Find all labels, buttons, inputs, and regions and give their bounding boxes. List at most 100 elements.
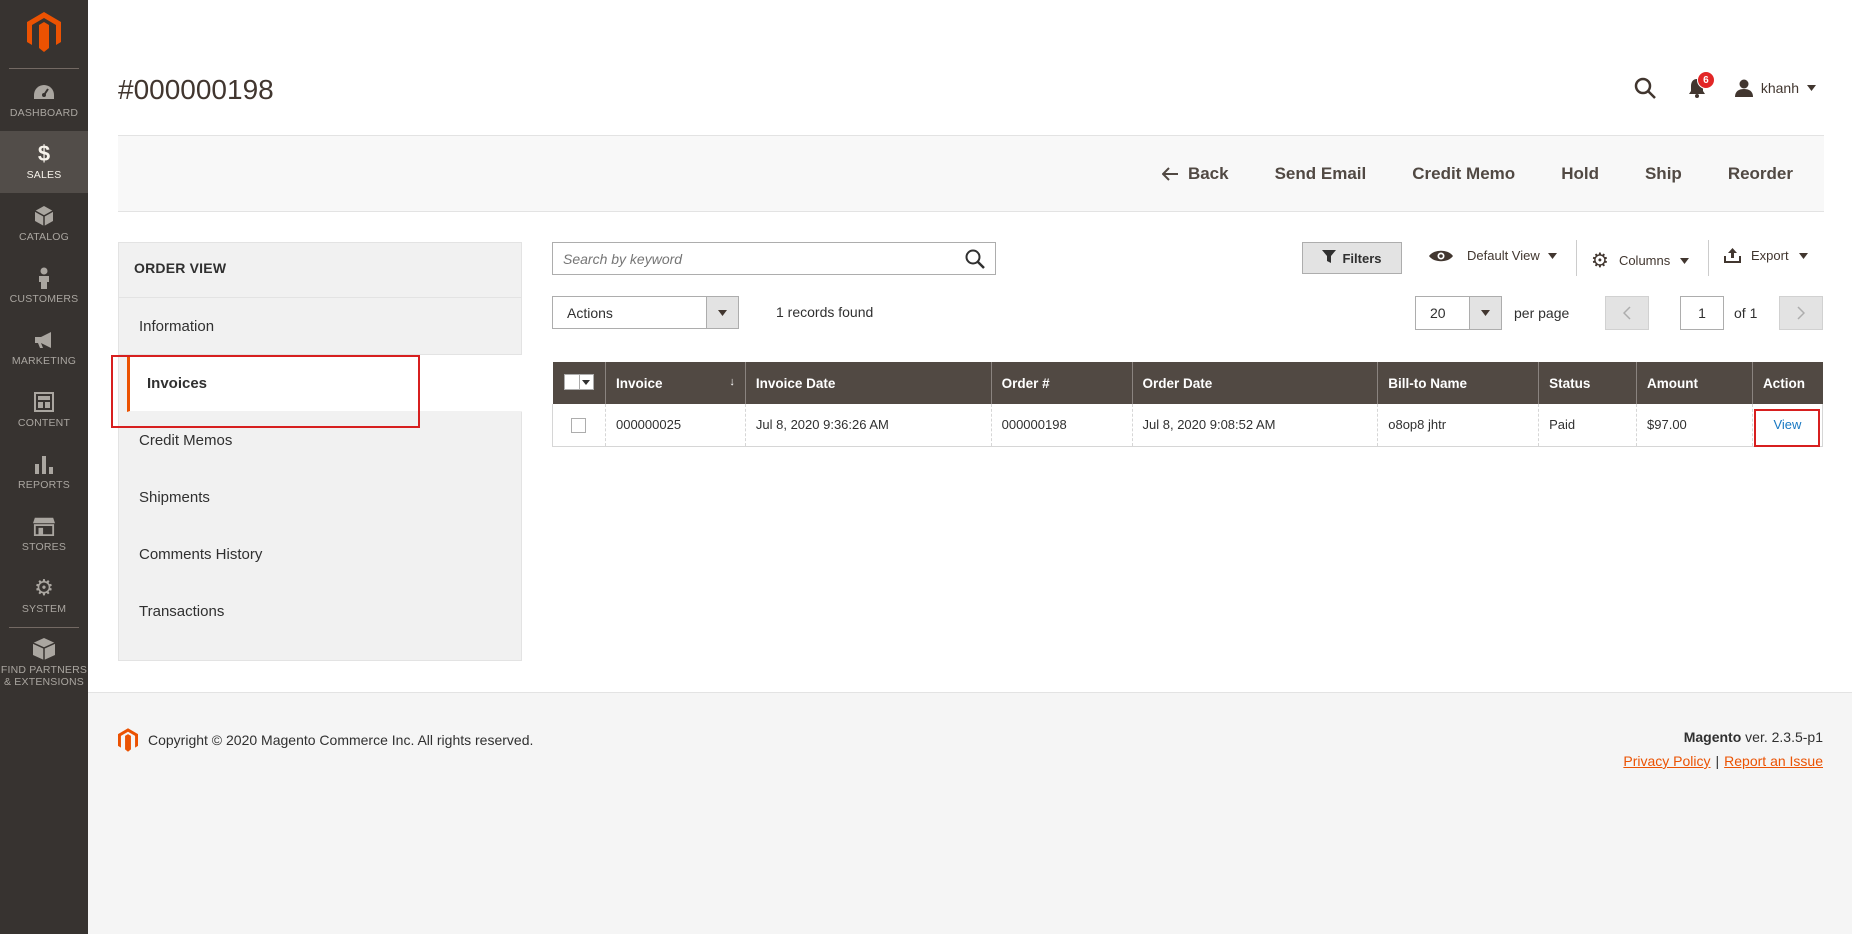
column-label: Invoice	[615, 375, 663, 391]
gear-icon: ⚙	[1591, 250, 1609, 272]
send-email-button[interactable]: Send Email	[1252, 164, 1390, 184]
row-select-cell	[552, 404, 606, 447]
tab-invoices[interactable]: Invoices	[127, 355, 522, 412]
actions-label: Actions	[567, 304, 613, 321]
view-invoice-link[interactable]: View	[1773, 417, 1801, 432]
main-nav: DASHBOARD $ SALES CATALOG CUSTOMERS MARK…	[0, 69, 88, 698]
column-header-invoice-date[interactable]: Invoice Date	[745, 362, 992, 404]
column-header-status[interactable]: Status	[1538, 362, 1638, 404]
tab-shipments[interactable]: Shipments	[119, 469, 521, 526]
cell-order-date: Jul 8, 2020 9:08:52 AM	[1132, 404, 1379, 447]
tab-comments-history[interactable]: Comments History	[119, 526, 521, 583]
toolbar-divider	[1708, 240, 1709, 276]
hold-button[interactable]: Hold	[1538, 164, 1622, 184]
columns-dropdown[interactable]: ⚙ Columns	[1591, 248, 1690, 273]
version-text: ver. 2.3.5-p1	[1741, 729, 1823, 745]
column-header-invoice[interactable]: Invoice ↓	[605, 362, 746, 404]
filters-label: Filters	[1342, 250, 1382, 266]
layout-icon	[33, 391, 55, 413]
sort-arrow-icon: ↓	[729, 376, 735, 388]
admin-sidebar: DASHBOARD $ SALES CATALOG CUSTOMERS MARK…	[0, 0, 88, 934]
username: khanh	[1760, 80, 1799, 96]
page-actions-bar: Back Send Email Credit Memo Hold Ship Re…	[118, 135, 1824, 212]
nav-label: CONTENT	[17, 417, 71, 429]
chevron-down-icon	[1807, 85, 1816, 91]
column-header-bill-to-name[interactable]: Bill-to Name	[1377, 362, 1540, 404]
user-menu[interactable]: khanh	[1734, 79, 1816, 97]
mass-select-header[interactable]	[552, 362, 606, 404]
per-page-label: per page	[1514, 305, 1570, 321]
report-issue-link[interactable]: Report an Issue	[1724, 753, 1823, 769]
mass-actions-select[interactable]: Actions	[552, 296, 739, 329]
chevron-down-icon	[706, 297, 738, 328]
store-icon	[33, 515, 55, 537]
tab-information[interactable]: Information	[119, 298, 521, 355]
column-header-order-date[interactable]: Order Date	[1132, 362, 1379, 404]
copyright-text: Copyright © 2020 Magento Commerce Inc. A…	[148, 732, 534, 748]
back-button[interactable]: Back	[1139, 164, 1252, 184]
column-header-order-number[interactable]: Order #	[991, 362, 1133, 404]
chevron-down-icon	[1798, 252, 1808, 259]
previous-page-button[interactable]	[1605, 296, 1649, 330]
page-total: of 1	[1734, 305, 1758, 321]
nav-marketing[interactable]: MARKETING	[0, 317, 88, 379]
per-page-value: 20	[1430, 305, 1446, 321]
chevron-down-icon	[578, 375, 593, 389]
next-page-button[interactable]	[1779, 296, 1823, 330]
mass-select-checkbox[interactable]	[563, 374, 594, 390]
magento-logo[interactable]	[0, 0, 88, 68]
cell-status: Paid	[1538, 404, 1638, 447]
chevron-left-icon	[1623, 306, 1631, 320]
header-actions: 6 khanh	[1631, 71, 1816, 102]
default-view-label: Default View	[1467, 248, 1540, 263]
tab-transactions[interactable]: Transactions	[119, 583, 521, 640]
default-view-dropdown[interactable]: Default View	[1429, 248, 1557, 263]
magento-logo-icon	[118, 728, 138, 752]
cell-bill-to-name: o8op8 jhtr	[1377, 404, 1540, 447]
search-icon[interactable]	[955, 249, 995, 269]
nav-label: DASHBOARD	[9, 107, 79, 119]
nav-label: CUSTOMERS	[9, 293, 79, 305]
current-page-input[interactable]: 1	[1680, 296, 1724, 330]
cell-action: View	[1752, 404, 1824, 447]
nav-catalog[interactable]: CATALOG	[0, 193, 88, 255]
nav-find-partners[interactable]: FIND PARTNERS & EXTENSIONS	[0, 628, 88, 698]
global-search-icon[interactable]	[1631, 74, 1659, 102]
back-label: Back	[1187, 163, 1229, 183]
nav-customers[interactable]: CUSTOMERS	[0, 255, 88, 317]
row-checkbox[interactable]	[571, 417, 587, 433]
nav-system[interactable]: ⚙ SYSTEM	[0, 565, 88, 627]
ship-button[interactable]: Ship	[1622, 164, 1705, 184]
reorder-button[interactable]: Reorder	[1705, 164, 1816, 184]
nav-label: SYSTEM	[21, 603, 67, 615]
order-view-tabs: ORDER VIEW Information Invoices Credit M…	[118, 242, 522, 661]
tab-credit-memos[interactable]: Credit Memos	[119, 412, 521, 469]
per-page-select[interactable]: 20	[1415, 296, 1502, 330]
filters-button[interactable]: Filters	[1302, 242, 1402, 274]
nav-content[interactable]: CONTENT	[0, 379, 88, 441]
table-row: 000000025 Jul 8, 2020 9:36:26 AM 0000001…	[552, 404, 1824, 447]
notifications-bell-icon[interactable]: 6	[1685, 71, 1715, 100]
cell-amount: $97.00	[1636, 404, 1753, 447]
chevron-right-icon	[1797, 306, 1805, 320]
nav-label: SALES	[26, 169, 62, 181]
credit-memo-button[interactable]: Credit Memo	[1389, 164, 1538, 184]
cube-icon	[33, 205, 55, 227]
export-dropdown[interactable]: Export	[1724, 248, 1808, 263]
column-header-amount[interactable]: Amount	[1636, 362, 1753, 404]
toolbar-divider	[1576, 240, 1577, 276]
nav-stores[interactable]: STORES	[0, 503, 88, 565]
link-separator: |	[1715, 753, 1720, 769]
nav-label: FIND PARTNERS	[0, 664, 88, 676]
nav-reports[interactable]: REPORTS	[0, 441, 88, 503]
footer-links: Privacy Policy | Report an Issue	[1623, 753, 1823, 769]
filter-icon	[1322, 250, 1337, 266]
nav-dashboard[interactable]: DASHBOARD	[0, 69, 88, 131]
grid-search-input[interactable]	[553, 243, 955, 274]
person-icon	[33, 267, 55, 289]
gear-icon: ⚙	[34, 575, 54, 600]
export-label: Export	[1751, 248, 1789, 263]
privacy-policy-link[interactable]: Privacy Policy	[1623, 753, 1710, 769]
arrow-left-icon	[1161, 166, 1178, 181]
nav-sales[interactable]: $ SALES	[0, 131, 88, 193]
